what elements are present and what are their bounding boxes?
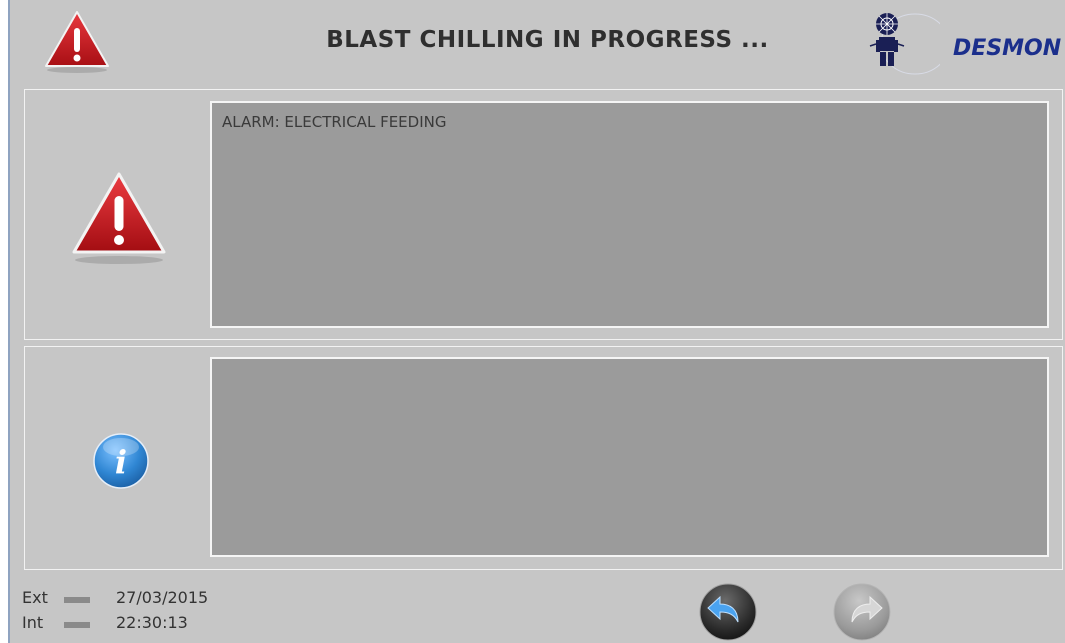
- back-button[interactable]: [698, 582, 758, 642]
- int-label: Int: [22, 613, 44, 632]
- int-indicator: [64, 622, 90, 628]
- info-icon: i: [93, 433, 149, 489]
- app-window: BLAST CHILLING IN PROGRESS ... DESMON AL…: [8, 0, 1065, 643]
- desmon-logo: DESMON: [860, 6, 1065, 82]
- date-value: 27/03/2015: [116, 588, 209, 607]
- ext-indicator: [64, 597, 90, 603]
- info-message-box: [210, 357, 1049, 557]
- svg-text:i: i: [115, 443, 127, 481]
- time-value: 22:30:13: [116, 613, 188, 632]
- logo-text: DESMON: [953, 36, 1062, 61]
- warning-triangle-icon: [72, 172, 166, 264]
- logo-emblem-icon: [869, 13, 940, 75]
- alarm-panel: ALARM: ELECTRICAL FEEDING: [24, 89, 1063, 340]
- alarm-message: ALARM: ELECTRICAL FEEDING: [222, 113, 447, 131]
- header: BLAST CHILLING IN PROGRESS ... DESMON: [10, 0, 1065, 88]
- ext-label: Ext: [22, 588, 48, 607]
- alarm-message-box: ALARM: ELECTRICAL FEEDING: [210, 101, 1049, 328]
- forward-button[interactable]: [832, 582, 892, 642]
- info-panel: i: [24, 346, 1063, 570]
